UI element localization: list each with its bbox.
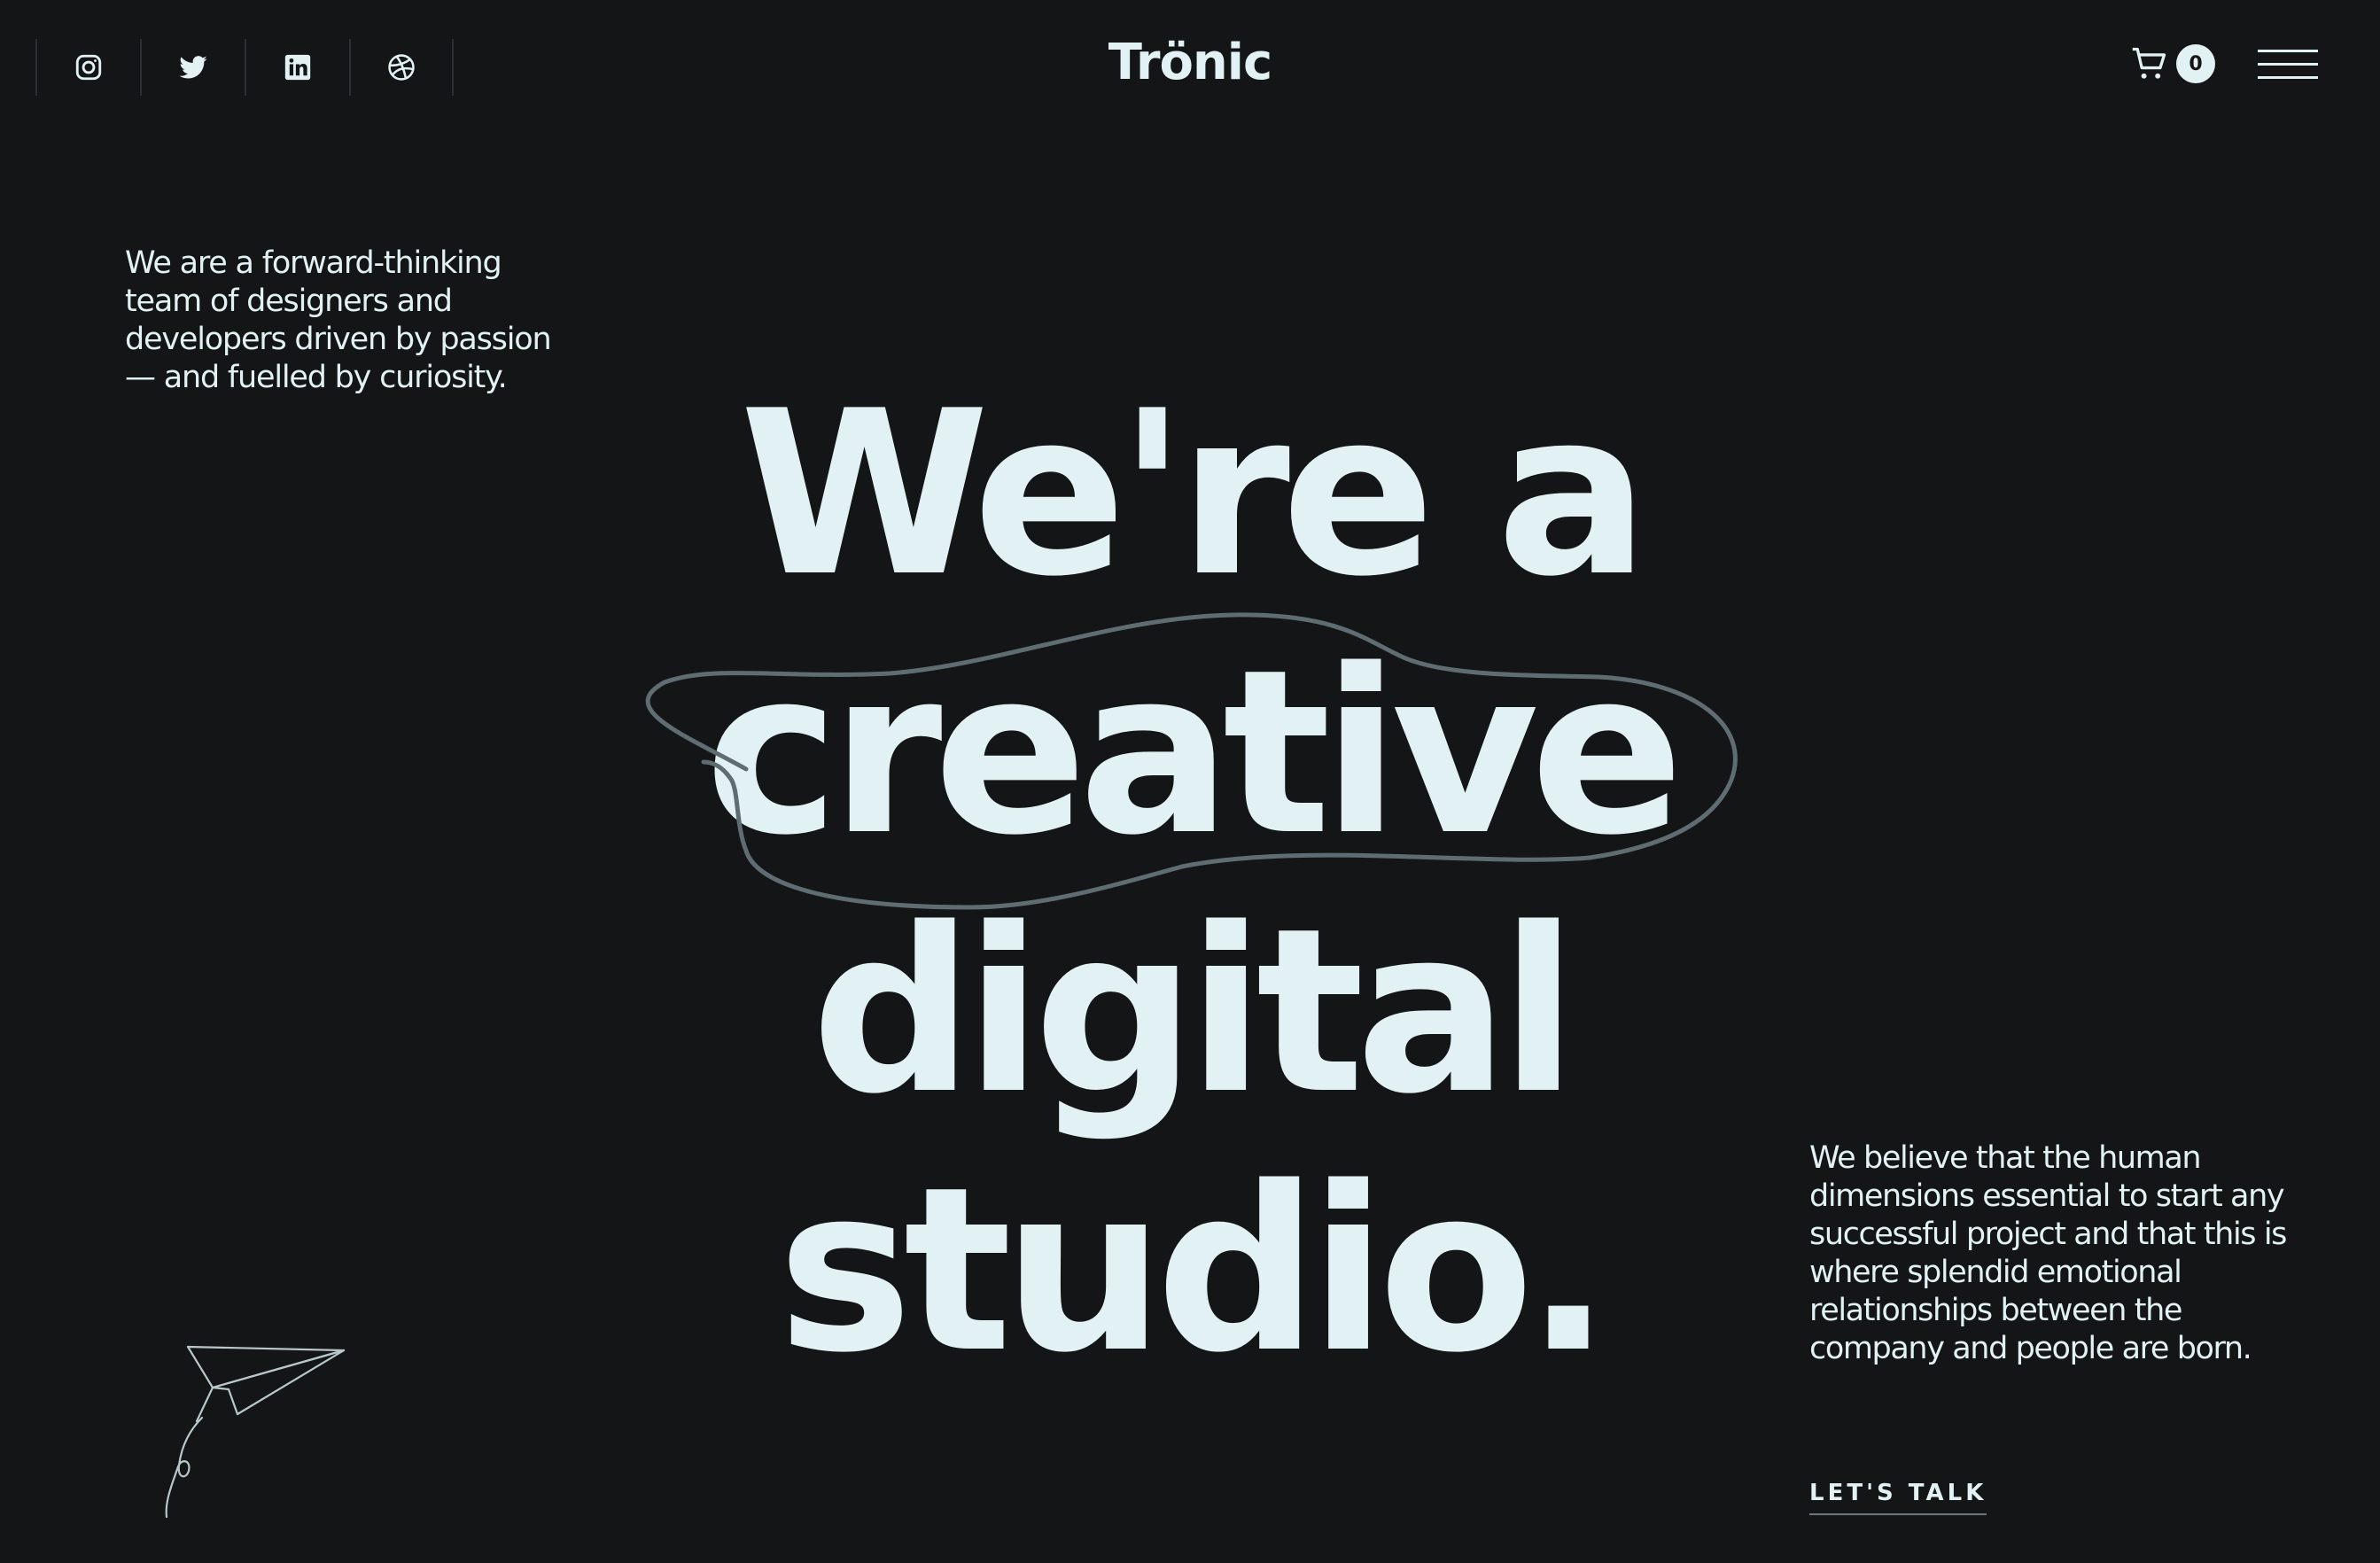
logo-text[interactable]: Trönic	[1108, 34, 1272, 91]
hero-line-2: creative	[704, 621, 1684, 885]
cart-count-badge: 0	[2176, 44, 2215, 83]
hero-line-3: digital	[811, 880, 1578, 1144]
social-links	[35, 39, 454, 96]
page: Trönic 0 We are a forward-thinking team …	[0, 0, 2380, 1563]
paper-plane-icon	[165, 1345, 346, 1519]
menu-line	[2258, 50, 2318, 52]
instagram-icon	[75, 54, 102, 81]
linkedin-link[interactable]	[245, 39, 349, 96]
hero-line-1: We're a	[739, 362, 1650, 626]
dribbble-icon	[388, 54, 415, 81]
cart-icon	[2132, 47, 2166, 79]
linkedin-icon	[284, 54, 311, 81]
twitter-link[interactable]	[140, 39, 245, 96]
twitter-icon	[179, 56, 207, 79]
dribbble-link[interactable]	[349, 39, 454, 96]
menu-button[interactable]	[2258, 50, 2318, 80]
menu-line	[2258, 63, 2318, 66]
lets-talk-link[interactable]: LET'S TALK	[1809, 1480, 1987, 1515]
menu-line	[2258, 76, 2318, 79]
belief-text: We believe that the human dimensions ess…	[1809, 1140, 2287, 1366]
cart-button[interactable]: 0	[2130, 44, 2215, 83]
instagram-link[interactable]	[35, 39, 140, 96]
